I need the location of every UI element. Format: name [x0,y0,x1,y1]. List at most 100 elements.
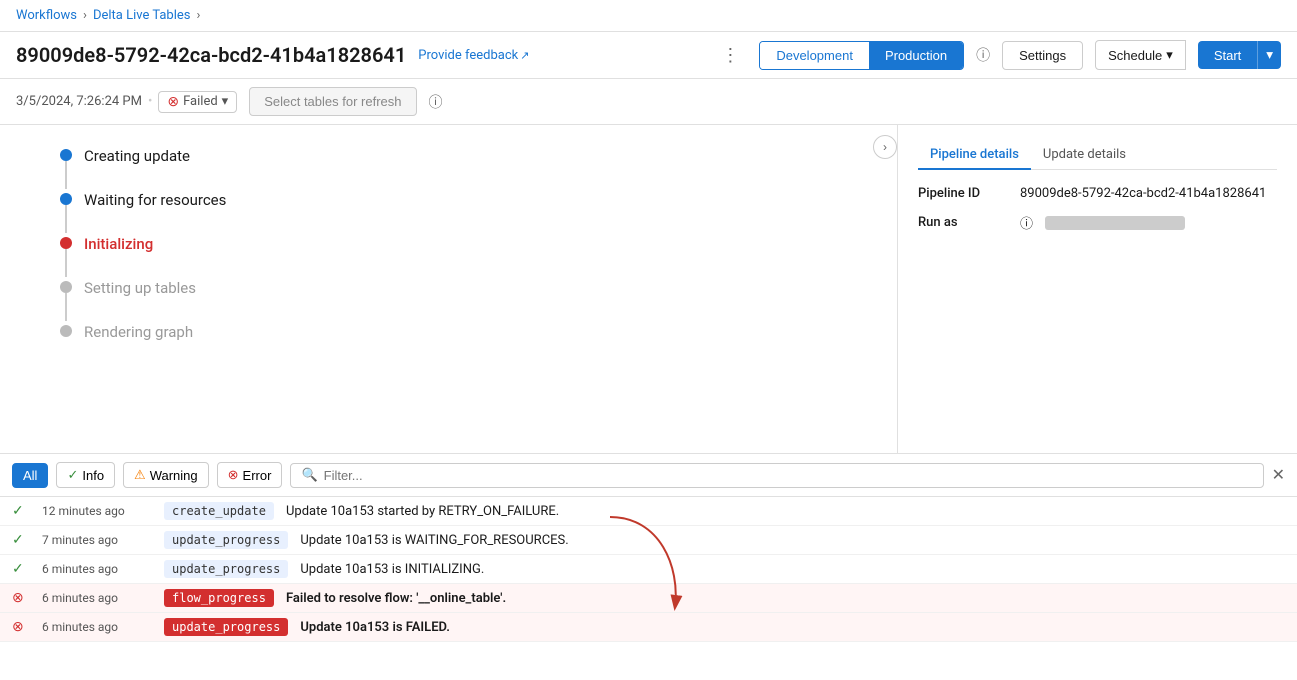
page-title: 89009de8-5792-42ca-bcd2-41b4a1828641 [16,43,406,67]
status-badge[interactable]: ⊗ Failed ▾ [158,91,237,113]
pipeline-id-row: Pipeline ID 89009de8-5792-42ca-bcd2-41b4… [918,186,1277,201]
log-message: Update 10a153 is INITIALIZING. [300,562,1285,577]
breadcrumb-delta[interactable]: Delta Live Tables [93,8,191,23]
select-tables-info-icon[interactable]: ⓘ [429,92,443,112]
development-mode-button[interactable]: Development [760,42,869,69]
run-as-label: Run as [918,215,1008,230]
log-tag: update_progress [164,620,288,635]
tab-pipeline-details[interactable]: Pipeline details [918,141,1031,170]
step-label: Rendering graph [84,321,193,365]
start-caret-button[interactable]: ▾ [1257,41,1281,69]
step-item: Creating update [60,145,857,189]
log-tag: update_progress [164,562,288,577]
search-icon: 🔍 [301,468,317,483]
status-error-icon: ⊗ [167,94,179,110]
log-timestamp: 6 minutes ago [42,591,152,605]
log-row: ✓6 minutes agoupdate_progressUpdate 10a1… [0,555,1297,584]
run-as-row: Run as ⓘ [918,213,1277,232]
collapse-button[interactable]: › [873,135,897,159]
mode-toggle: Development Production [759,41,964,70]
pipeline-details-panel: Pipeline details Update details Pipeline… [897,125,1297,453]
status-label: Failed [183,94,218,109]
step-dot-col [60,145,72,189]
run-as-value [1045,216,1185,230]
filter-all-button[interactable]: All [12,463,48,488]
pipeline-id-value: 89009de8-5792-42ca-bcd2-41b4a1828641 [1020,186,1266,201]
step-dot [60,193,72,205]
filter-error-button[interactable]: ⊗ Error [217,462,283,488]
log-timestamp: 6 minutes ago [42,620,152,634]
run-timestamp: 3/5/2024, 7:26:24 PM [16,94,142,109]
mode-info-icon[interactable]: ⓘ [976,45,990,65]
log-row: ✓7 minutes agoupdate_progressUpdate 10a1… [0,526,1297,555]
step-dot-col [60,321,72,337]
step-item: Initializing [60,233,857,277]
step-label: Creating update [84,145,190,189]
detail-tabs: Pipeline details Update details [918,141,1277,170]
log-row: ⊗ 6 minutes ago flow_progress Failed to res… [0,584,1297,613]
step-item: Rendering graph [60,321,857,365]
log-message: Update 10a153 is FAILED. [300,620,1285,635]
step-connector-line [65,161,67,189]
log-row: ⊗ 6 minutes ago update_progress Update 10a1… [0,613,1297,642]
step-dot-col [60,277,72,321]
log-message: Failed to resolve flow: '__online_table'… [286,591,1285,606]
error-status-icon: ⊗ [12,619,30,635]
run-as-info-icon[interactable]: ⓘ [1020,213,1033,232]
error-circle-icon: ⊗ [228,467,239,483]
page-header: 89009de8-5792-42ca-bcd2-41b4a1828641 Pro… [0,32,1297,79]
main-area: › Creating updateWaiting for resourcesIn… [0,125,1297,453]
filter-input[interactable] [324,468,1253,483]
pipeline-id-label: Pipeline ID [918,186,1008,201]
step-dot [60,281,72,293]
select-tables-button[interactable]: Select tables for refresh [249,87,416,116]
step-label: Waiting for resources [84,189,226,233]
log-filter-search: 🔍 [290,463,1263,488]
breadcrumb-workflows[interactable]: Workflows [16,8,77,23]
filter-warning-button[interactable]: ⚠ Warning [123,462,209,488]
tag-badge: create_update [164,502,274,520]
step-item: Waiting for resources [60,189,857,233]
run-toolbar: 3/5/2024, 7:26:24 PM • ⊗ Failed ▾ Select… [0,79,1297,125]
log-timestamp: 6 minutes ago [42,562,152,576]
schedule-button[interactable]: Schedule ▾ [1095,40,1186,70]
filter-info-button[interactable]: ✓ Info [56,462,115,488]
tag-badge: update_progress [164,560,288,578]
tag-badge: flow_progress [164,589,274,607]
close-log-button[interactable]: ✕ [1272,465,1285,485]
run-info: 3/5/2024, 7:26:24 PM • ⊗ Failed ▾ [16,91,237,113]
warning-icon: ⚠ [134,467,146,483]
log-tag: flow_progress [164,591,274,606]
step-item: Setting up tables [60,277,857,321]
log-filter-bar: All ✓ Info ⚠ Warning ⊗ Error 🔍 ✕ [0,454,1297,497]
step-dot [60,149,72,161]
step-connector-line [65,205,67,233]
log-tag: create_update [164,504,274,519]
breadcrumb-sep1: › [83,8,87,23]
log-rows: ✓ 12 minutes ago create_update Update 10a15… [0,497,1297,642]
log-message: Update 10a153 is WAITING_FOR_RESOURCES. [300,533,1285,548]
settings-button[interactable]: Settings [1002,41,1083,70]
pipeline-steps: › Creating updateWaiting for resourcesIn… [0,125,897,453]
breadcrumb: Workflows › Delta Live Tables › [0,0,1297,32]
step-connector-line [65,249,67,277]
step-connector-line [65,293,67,321]
production-mode-button[interactable]: Production [869,42,963,69]
tab-update-details[interactable]: Update details [1031,141,1138,170]
more-button[interactable]: ⋮ [713,41,747,70]
log-message: Update 10a153 started by RETRY_ON_FAILUR… [286,504,1285,519]
feedback-link[interactable]: Provide feedback ↗ [418,48,529,63]
tag-badge: update_progress [164,531,288,549]
info-check-icon: ✓ [67,467,78,483]
log-row: ✓12 minutes agocreate_updateUpdate 10a15… [0,497,1297,526]
step-dot [60,325,72,337]
log-timestamp: 12 minutes ago [42,504,152,518]
schedule-btn-group: Schedule ▾ [1095,40,1186,70]
ok-status-icon: ✓ [12,532,30,548]
step-dot-col [60,233,72,277]
step-dot [60,237,72,249]
start-button[interactable]: Start [1198,41,1257,69]
step-label: Initializing [84,233,153,277]
log-section: All ✓ Info ⚠ Warning ⊗ Error 🔍 ✕ [0,453,1297,642]
error-status-icon: ⊗ [12,590,30,606]
